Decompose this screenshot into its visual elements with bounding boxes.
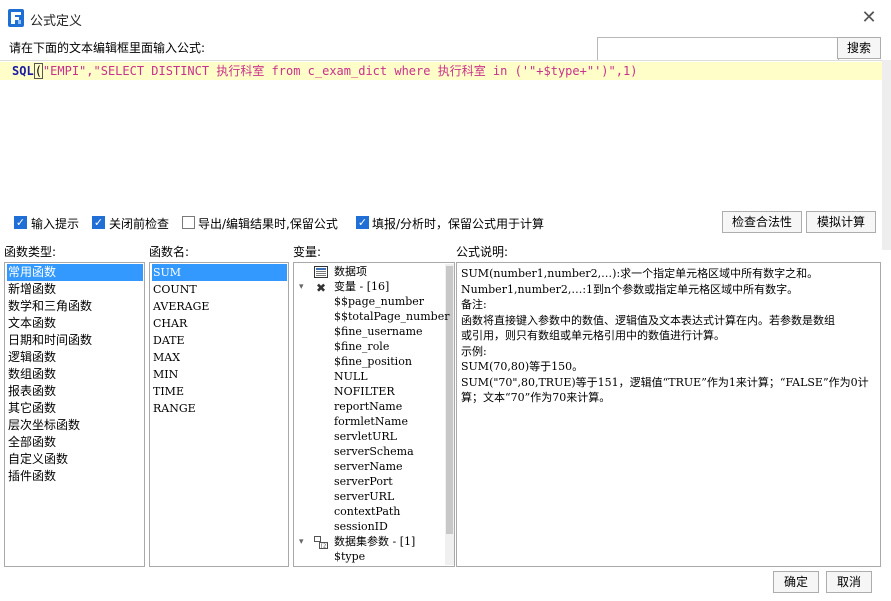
formula-prompt: 请在下面的文本编辑框里面输入公式: bbox=[9, 41, 206, 55]
function-type-item[interactable]: 日期和时间函数 bbox=[7, 332, 143, 349]
formula-code: SQL("EMPI","SELECT DISTINCT 执行科室 from c_… bbox=[12, 63, 637, 79]
code-string: "EMPI","SELECT DISTINCT 执行科室 from c_exam… bbox=[42, 64, 638, 78]
function-type-item[interactable]: 常用函数 bbox=[7, 264, 143, 281]
simulate-button[interactable]: 模拟计算 bbox=[806, 211, 876, 233]
keep-formula-export-checkbox[interactable] bbox=[182, 216, 195, 229]
function-type-item[interactable]: 层次坐标函数 bbox=[7, 417, 143, 434]
function-type-item[interactable]: 数组函数 bbox=[7, 366, 143, 383]
function-name-item[interactable]: COUNT bbox=[152, 281, 287, 298]
window-title: 公式定义 bbox=[30, 14, 83, 29]
input-hint-checkbox[interactable]: ✓ bbox=[14, 216, 27, 229]
function-type-item[interactable]: 逻辑函数 bbox=[7, 349, 143, 366]
function-name-list[interactable]: SUM COUNT AVERAGE CHAR DATE MAX MIN TIME RANGE bbox=[149, 262, 289, 567]
tree-variable-item[interactable]: $fine_role bbox=[334, 339, 389, 354]
function-type-item[interactable]: 全部函数 bbox=[7, 434, 143, 451]
description-line: SUM("70",80,TRUE)等于151，逻辑值“TRUE”作为1来计算；“… bbox=[461, 375, 869, 389]
tree-dataset-param-item[interactable]: $type bbox=[334, 549, 365, 564]
variable-label: 变量: bbox=[293, 245, 322, 259]
tree-variable-item[interactable]: $fine_position bbox=[334, 354, 412, 369]
tree-group-dataset-params[interactable]: 数据集参数 - [1] bbox=[334, 534, 415, 549]
formula-description-panel: SUM(number1,number2,…):求一个指定单元格区域中所有数字之和… bbox=[456, 262, 881, 567]
tree-variable-item[interactable]: $$page_number bbox=[334, 294, 424, 309]
data-item-icon bbox=[314, 266, 328, 279]
tree-variable-item[interactable]: NULL bbox=[334, 369, 368, 384]
tree-variable-item[interactable]: serverURL bbox=[334, 489, 394, 504]
description-line: 函数将直接键入参数中的数值、逻辑值及文本表达式计算在内。若参数是数组 bbox=[461, 313, 835, 327]
tree-variable-item[interactable]: sessionID bbox=[334, 519, 388, 534]
description-line: 或引用，则只有数组或单元格引用中的数值进行计算。 bbox=[461, 329, 725, 342]
variable-scroll-thumb[interactable] bbox=[446, 266, 453, 534]
function-type-label: 函数类型: bbox=[4, 245, 57, 259]
variable-tree[interactable]: 数据项 ▾ ✖ 变量 - [16] $$page_number $$totalPage_n… bbox=[293, 262, 455, 567]
function-type-item[interactable]: 文本函数 bbox=[7, 315, 143, 332]
tree-variable-item[interactable]: serverSchema bbox=[334, 444, 414, 459]
description-line: 备注: bbox=[461, 298, 487, 311]
keep-formula-export-label: 导出/编辑结果时,保留公式 bbox=[198, 217, 338, 231]
function-type-item[interactable]: 插件函数 bbox=[7, 468, 143, 485]
check-before-close-label: 关闭前检查 bbox=[109, 217, 170, 231]
function-type-item[interactable]: 自定义函数 bbox=[7, 451, 143, 468]
description-line: SUM(70,80)等于150。 bbox=[461, 360, 584, 373]
function-name-item[interactable]: TIME bbox=[152, 383, 287, 400]
tree-variable-item[interactable]: contextPath bbox=[334, 504, 400, 519]
keep-formula-calc-label: 填报/分析时，保留公式用于计算 bbox=[372, 217, 545, 231]
function-type-item[interactable]: 新增函数 bbox=[7, 281, 143, 298]
tree-variable-item[interactable]: $$totalPage_number bbox=[334, 309, 449, 324]
dataset-param-icon: [2] bbox=[314, 536, 328, 550]
variable-group-icon: ✖ bbox=[316, 281, 330, 295]
function-type-item[interactable]: 数学和三角函数 bbox=[7, 298, 143, 315]
function-name-item[interactable]: MIN bbox=[152, 366, 287, 383]
tree-group-variables[interactable]: 变量 - [16] bbox=[334, 279, 389, 294]
search-button[interactable]: 搜索 bbox=[837, 37, 881, 59]
function-name-item[interactable]: CHAR bbox=[152, 315, 287, 332]
function-name-item[interactable]: MAX bbox=[152, 349, 287, 366]
validate-button[interactable]: 检查合法性 bbox=[722, 211, 802, 233]
app-logo-icon bbox=[8, 9, 24, 27]
close-icon[interactable]: ✕ bbox=[858, 8, 880, 28]
tree-expand-dataset-params-icon[interactable]: ▾ bbox=[299, 537, 304, 547]
description-line: 示例: bbox=[461, 344, 487, 358]
search-input[interactable] bbox=[597, 37, 839, 61]
description-line: SUM(number1,number2,…):求一个指定单元格区域中所有数字之和… bbox=[461, 267, 819, 280]
tree-variable-item[interactable]: reportName bbox=[334, 399, 402, 414]
keep-formula-calc-checkbox[interactable]: ✓ bbox=[356, 216, 369, 229]
tree-variable-item[interactable]: formletName bbox=[334, 414, 408, 429]
tree-variable-item[interactable]: servletURL bbox=[334, 429, 397, 444]
function-type-list[interactable]: 常用函数 新增函数 数学和三角函数 文本函数 日期和时间函数 逻辑函数 数组函数 报表函数 其它… bbox=[4, 262, 145, 567]
description-line: Number1,number2,…:1到n个参数或指定单元格区域中所有数字。 bbox=[461, 282, 799, 296]
function-name-item[interactable]: AVERAGE bbox=[152, 298, 287, 315]
code-paren: ( bbox=[33, 63, 43, 79]
title-bar: 公式定义 ✕ bbox=[0, 0, 891, 36]
svg-text:[2]: [2] bbox=[321, 544, 328, 550]
code-keyword: SQL bbox=[12, 64, 34, 78]
input-hint-label: 输入提示 bbox=[31, 217, 80, 231]
editor-scrollbar[interactable] bbox=[882, 60, 891, 250]
function-name-label: 函数名: bbox=[149, 245, 190, 259]
tree-expand-variables-icon[interactable]: ▾ bbox=[299, 282, 304, 292]
cancel-button[interactable]: 取消 bbox=[826, 571, 872, 593]
formula-editor[interactable]: SQL("EMPI","SELECT DISTINCT 执行科室 from c_… bbox=[0, 60, 882, 208]
tree-variable-item[interactable]: serverPort bbox=[334, 474, 393, 489]
tree-variable-item[interactable]: NOFILTER bbox=[334, 384, 395, 399]
check-before-close-checkbox[interactable]: ✓ bbox=[92, 216, 105, 229]
function-type-item[interactable]: 其它函数 bbox=[7, 400, 143, 417]
function-name-item[interactable]: RANGE bbox=[152, 400, 287, 417]
function-name-item[interactable]: DATE bbox=[152, 332, 287, 349]
svg-text:✖: ✖ bbox=[316, 281, 326, 294]
function-type-item[interactable]: 报表函数 bbox=[7, 383, 143, 400]
ok-button[interactable]: 确定 bbox=[773, 571, 819, 593]
tree-root-data-items[interactable]: 数据项 bbox=[334, 264, 367, 279]
tree-variable-item[interactable]: $fine_username bbox=[334, 324, 423, 339]
tree-variable-item[interactable]: serverName bbox=[334, 459, 403, 474]
description-line: 算；文本“70”作为70来计算。 bbox=[461, 391, 611, 404]
function-name-item[interactable]: SUM bbox=[152, 264, 287, 281]
formula-desc-label: 公式说明: bbox=[456, 245, 509, 259]
